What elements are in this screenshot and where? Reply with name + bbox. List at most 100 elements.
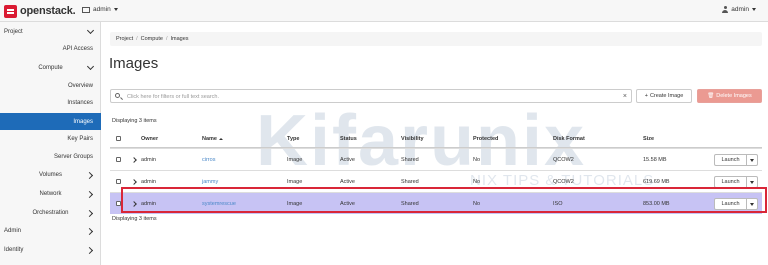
header-visibility[interactable]: Visibility — [401, 130, 424, 147]
cell-name-link[interactable]: cirros — [202, 149, 215, 170]
delete-images-button[interactable]: 🗑 Delete Images — [697, 89, 762, 103]
launch-button[interactable]: Launch — [714, 154, 758, 166]
sidebar-item-label: Compute — [38, 65, 63, 71]
caret-down-icon — [752, 8, 756, 11]
sidebar-item-overview[interactable]: Overview — [0, 80, 101, 92]
sidebar-item-images[interactable]: Images — [0, 113, 101, 130]
cell-visibility: Shared — [401, 200, 419, 207]
sidebar-item-project[interactable]: Project — [0, 26, 101, 38]
sidebar-item-label: Network — [39, 191, 62, 197]
openstack-logo-icon — [4, 4, 17, 18]
sidebar-item-server-groups[interactable]: Server Groups — [0, 151, 101, 163]
caret-down-icon — [113, 8, 118, 11]
breadcrumb-images: Images — [170, 36, 189, 42]
cell-owner: admin — [141, 200, 156, 207]
sidebar-item-api-access[interactable]: API Access — [0, 43, 101, 55]
cell-type: Image — [287, 156, 303, 163]
search-box[interactable]: × — [110, 89, 632, 103]
cell-name-link[interactable]: jammy — [202, 171, 218, 192]
sidebar-item-orchestration[interactable]: Orchestration — [0, 207, 101, 219]
launch-button[interactable]: Launch — [714, 176, 758, 188]
chevron-right-icon — [85, 209, 94, 217]
sidebar-item-label: API Access — [62, 46, 93, 52]
chevron-right-icon — [131, 178, 137, 185]
header-status[interactable]: Status — [340, 130, 357, 147]
cell-status: Active — [340, 178, 355, 185]
sidebar-item-label: Instances — [67, 100, 93, 106]
sidebar-item-volumes[interactable]: Volumes — [0, 169, 101, 181]
project-switcher[interactable]: admin — [82, 6, 118, 13]
sort-ascending-icon — [218, 137, 223, 140]
breadcrumb-separator: / — [165, 36, 168, 42]
select-all-checkbox-cell — [116, 130, 121, 147]
user-menu[interactable]: admin — [722, 6, 756, 13]
sidebar-item-identity[interactable]: Identity — [0, 244, 101, 256]
row-checkbox-cell — [116, 171, 121, 192]
header-name[interactable]: Name — [202, 130, 223, 147]
launch-dropdown-toggle[interactable] — [747, 155, 757, 165]
sidebar-item-admin[interactable]: Admin — [0, 225, 101, 237]
chevron-right-icon — [85, 246, 94, 254]
cell-size: 15.58 MB — [643, 156, 667, 163]
cell-name-link[interactable]: systemrescue — [202, 193, 236, 214]
table-header-row: Owner Name Type Status Visibility Protec… — [110, 130, 762, 148]
row-checkbox[interactable] — [116, 157, 121, 162]
table-row[interactable]: admin jammy Image Active Shared No QCOW2… — [110, 170, 762, 192]
displaying-count-top: Displaying 3 items — [112, 118, 157, 124]
cell-owner: admin — [141, 156, 156, 163]
header-owner[interactable]: Owner — [141, 130, 158, 147]
sidebar-item-instances[interactable]: Instances — [0, 97, 101, 109]
row-checkbox[interactable] — [116, 179, 121, 184]
openstack-logo[interactable]: openstack. — [4, 4, 76, 18]
breadcrumb-compute[interactable]: Compute — [141, 36, 163, 42]
launch-label[interactable]: Launch — [715, 155, 747, 165]
header-disk-format[interactable]: Disk Format — [553, 130, 585, 147]
header-size[interactable]: Size — [643, 130, 654, 147]
row-expand[interactable] — [130, 171, 137, 192]
cell-type: Image — [287, 178, 303, 185]
launch-dropdown-toggle[interactable] — [747, 177, 757, 187]
chevron-right-icon — [85, 227, 94, 235]
cell-status: Active — [340, 156, 355, 163]
sidebar-item-label: Identity — [4, 247, 24, 253]
header-type[interactable]: Type — [287, 130, 299, 147]
row-expand[interactable] — [130, 193, 137, 214]
sidebar-item-key-pairs[interactable]: Key Pairs — [0, 133, 101, 145]
select-all-checkbox[interactable] — [116, 136, 121, 141]
sidebar: Project API Access Compute Overview Inst… — [0, 22, 101, 265]
cell-disk-format: QCOW2 — [553, 178, 574, 185]
delete-images-label: Delete Images — [716, 93, 752, 99]
launch-dropdown-toggle[interactable] — [747, 199, 757, 209]
header-name-label: Name — [202, 135, 217, 142]
sidebar-item-network[interactable]: Network — [0, 188, 101, 200]
header-protected[interactable]: Protected — [473, 130, 498, 147]
launch-label[interactable]: Launch — [715, 199, 747, 209]
create-image-button[interactable]: + Create Image — [636, 89, 692, 103]
project-label: admin — [93, 6, 111, 13]
trash-icon: 🗑 — [707, 93, 715, 99]
search-input[interactable] — [127, 91, 617, 102]
sidebar-item-label: Admin — [4, 228, 22, 234]
cell-visibility: Shared — [401, 156, 419, 163]
cell-owner: admin — [141, 178, 156, 185]
chevron-down-icon — [86, 26, 95, 35]
user-icon — [722, 6, 729, 13]
caret-down-icon — [750, 180, 754, 184]
cell-protected: No — [473, 156, 481, 163]
project-icon — [82, 6, 90, 13]
breadcrumb: Project / Compute / Images — [110, 32, 762, 46]
sidebar-item-compute[interactable]: Compute — [0, 62, 101, 74]
launch-label[interactable]: Launch — [715, 177, 747, 187]
table-row[interactable]: admin cirros Image Active Shared No QCOW… — [110, 148, 762, 170]
top-navbar: openstack. admin admin — [0, 0, 768, 22]
table-row-selected[interactable]: admin systemrescue Image Active Shared N… — [110, 192, 762, 214]
clear-icon[interactable]: × — [623, 92, 627, 101]
cell-type: Image — [287, 200, 303, 207]
launch-button[interactable]: Launch — [714, 198, 758, 210]
breadcrumb-project[interactable]: Project — [116, 36, 133, 42]
sidebar-item-label: Overview — [67, 83, 93, 89]
cell-disk-format: QCOW2 — [553, 156, 574, 163]
row-checkbox[interactable] — [116, 201, 121, 206]
chevron-right-icon — [85, 171, 94, 179]
row-expand[interactable] — [130, 149, 137, 170]
